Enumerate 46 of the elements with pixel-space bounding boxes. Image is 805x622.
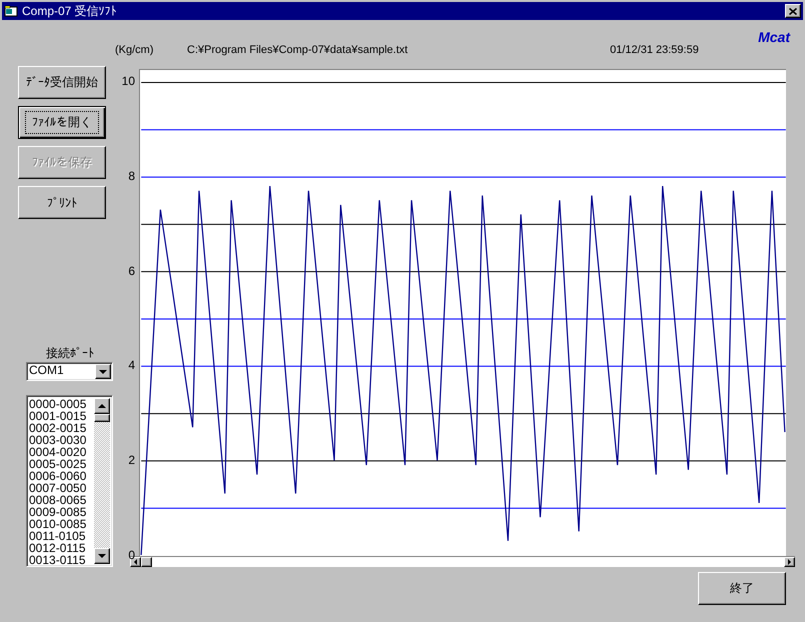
port-dropdown[interactable]: COM1 bbox=[26, 362, 113, 381]
list-item[interactable]: 0010-0085 bbox=[29, 518, 94, 530]
vertical-scrollbar[interactable] bbox=[94, 398, 110, 564]
down-arrow-icon bbox=[99, 370, 107, 374]
list-item[interactable]: 0004-0020 bbox=[29, 446, 94, 458]
exit-button[interactable]: 終了 bbox=[698, 572, 786, 605]
y-tick-label: 2 bbox=[128, 453, 135, 468]
list-item[interactable]: 0006-0060 bbox=[29, 470, 94, 482]
down-arrow-icon bbox=[98, 554, 106, 558]
command-button[interactable]: ﾌﾟﾘﾝﾄ bbox=[18, 186, 106, 219]
y-tick-label: 10 bbox=[122, 74, 135, 88]
scroll-up-button[interactable] bbox=[94, 398, 110, 414]
unit-label: (Kg/cm) bbox=[114, 43, 154, 57]
list-item[interactable]: 0009-0085 bbox=[29, 506, 94, 518]
scroll-thumb[interactable] bbox=[94, 414, 110, 422]
scroll-thumb[interactable] bbox=[141, 557, 152, 567]
scroll-down-button[interactable] bbox=[94, 548, 110, 564]
close-button[interactable] bbox=[785, 4, 801, 18]
list-item[interactable]: 0012-0115 bbox=[29, 542, 94, 554]
list-item[interactable]: 0011-0105 bbox=[29, 530, 94, 542]
window-title: Comp-07 受信ｿﾌﾄ bbox=[21, 2, 118, 20]
app-icon bbox=[4, 5, 18, 17]
list-item[interactable]: 0000-0005 bbox=[29, 398, 94, 410]
up-arrow-icon bbox=[98, 404, 106, 408]
brand-logo: Mcat bbox=[757, 29, 792, 45]
y-tick-label: 8 bbox=[128, 168, 135, 183]
list-item[interactable]: 0001-0015 bbox=[29, 410, 94, 422]
list-item[interactable]: 0002-0015 bbox=[29, 422, 94, 434]
list-item[interactable]: 0003-0030 bbox=[29, 434, 94, 446]
scroll-right-button[interactable] bbox=[784, 557, 795, 567]
y-tick-label: 4 bbox=[128, 358, 135, 372]
file-path: C:¥Program Files¥Comp-07¥data¥sample.txt bbox=[187, 43, 409, 57]
data-listbox[interactable]: 0000-0005 0001-0015 0002-0015 0003-0030 0004-0020 0005-0025 0006-0060 0007-0050 0008-0065 0009-0085 0010-0085 0011-0105 0012-0115 0013-0115 bbox=[26, 395, 113, 567]
list-item[interactable]: 0013-0115 bbox=[29, 554, 94, 566]
timestamp: 01/12/31 23:59:59 bbox=[610, 43, 700, 57]
y-tick-label: 0 bbox=[128, 548, 135, 562]
right-arrow-icon bbox=[788, 559, 791, 565]
list-item[interactable]: 0005-0025 bbox=[29, 458, 94, 470]
list-item[interactable]: 0007-0050 bbox=[29, 482, 94, 494]
y-tick-label: 6 bbox=[128, 264, 135, 278]
command-button[interactable]: ﾃﾞｰﾀ受信開始 bbox=[18, 66, 106, 99]
list-item[interactable]: 0008-0065 bbox=[29, 494, 94, 506]
close-icon bbox=[789, 8, 797, 14]
left-arrow-icon bbox=[134, 559, 137, 565]
port-label: 接続ﾎﾟｰﾄ bbox=[45, 346, 95, 361]
command-button[interactable]: ﾌｧｲﾙを開く bbox=[18, 106, 106, 139]
